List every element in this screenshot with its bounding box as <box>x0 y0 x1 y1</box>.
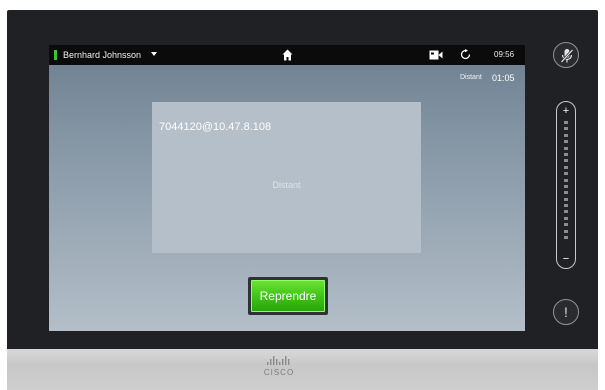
volume-tick <box>564 133 568 137</box>
volume-tick <box>564 178 568 182</box>
cisco-logo: CISCO <box>264 356 294 382</box>
volume-tick <box>564 121 568 124</box>
top-bar: Bernhard Johnsson 09:56 <box>49 45 525 65</box>
clock: 09:56 <box>494 50 515 59</box>
cisco-wordmark: CISCO <box>263 368 295 377</box>
volume-tick <box>564 229 568 233</box>
cisco-bars-icon <box>267 356 290 365</box>
volume-slider[interactable]: + − <box>556 101 576 269</box>
volume-tick <box>564 146 568 150</box>
volume-tick <box>564 236 568 240</box>
refresh-icon[interactable] <box>460 49 471 60</box>
touch-screen: Bernhard Johnsson 09:56 Distant 01:05 70… <box>49 45 525 331</box>
user-name[interactable]: Bernhard Johnsson <box>63 50 141 60</box>
volume-up-button[interactable]: + <box>557 105 575 117</box>
caret-down-icon[interactable] <box>151 52 157 56</box>
home-icon[interactable] <box>282 49 293 61</box>
call-address: 7044120@10.47.8.108 <box>159 121 272 133</box>
volume-tick <box>564 204 568 208</box>
volume-tick <box>564 184 568 188</box>
volume-tick <box>564 191 568 195</box>
volume-tick <box>564 210 568 214</box>
volume-tick <box>564 159 568 163</box>
volume-down-button[interactable]: − <box>557 253 575 265</box>
alert-icon: ! <box>564 304 568 320</box>
call-status: Distant <box>272 180 301 190</box>
mute-button[interactable] <box>553 42 579 68</box>
presence-indicator <box>54 50 57 60</box>
volume-tick <box>564 216 568 220</box>
volume-tick <box>564 127 568 131</box>
microphone-muted-icon <box>560 49 574 63</box>
call-timer: 01:05 <box>492 73 515 83</box>
volume-tick <box>564 172 568 176</box>
volume-tick <box>564 197 568 201</box>
call-card: 7044120@10.47.8.108 Distant <box>152 102 421 253</box>
volume-tick <box>564 223 568 227</box>
device-bezel <box>7 349 598 390</box>
volume-level-ticks <box>564 121 568 249</box>
resume-button-frame: Reprendre <box>248 277 328 315</box>
alert-button[interactable]: ! <box>553 299 579 325</box>
call-label: Distant <box>460 74 482 81</box>
volume-tick <box>564 165 568 169</box>
resume-button[interactable]: Reprendre <box>251 280 325 312</box>
volume-tick <box>564 152 568 156</box>
volume-tick <box>564 140 568 144</box>
video-camera-icon[interactable] <box>429 50 443 60</box>
